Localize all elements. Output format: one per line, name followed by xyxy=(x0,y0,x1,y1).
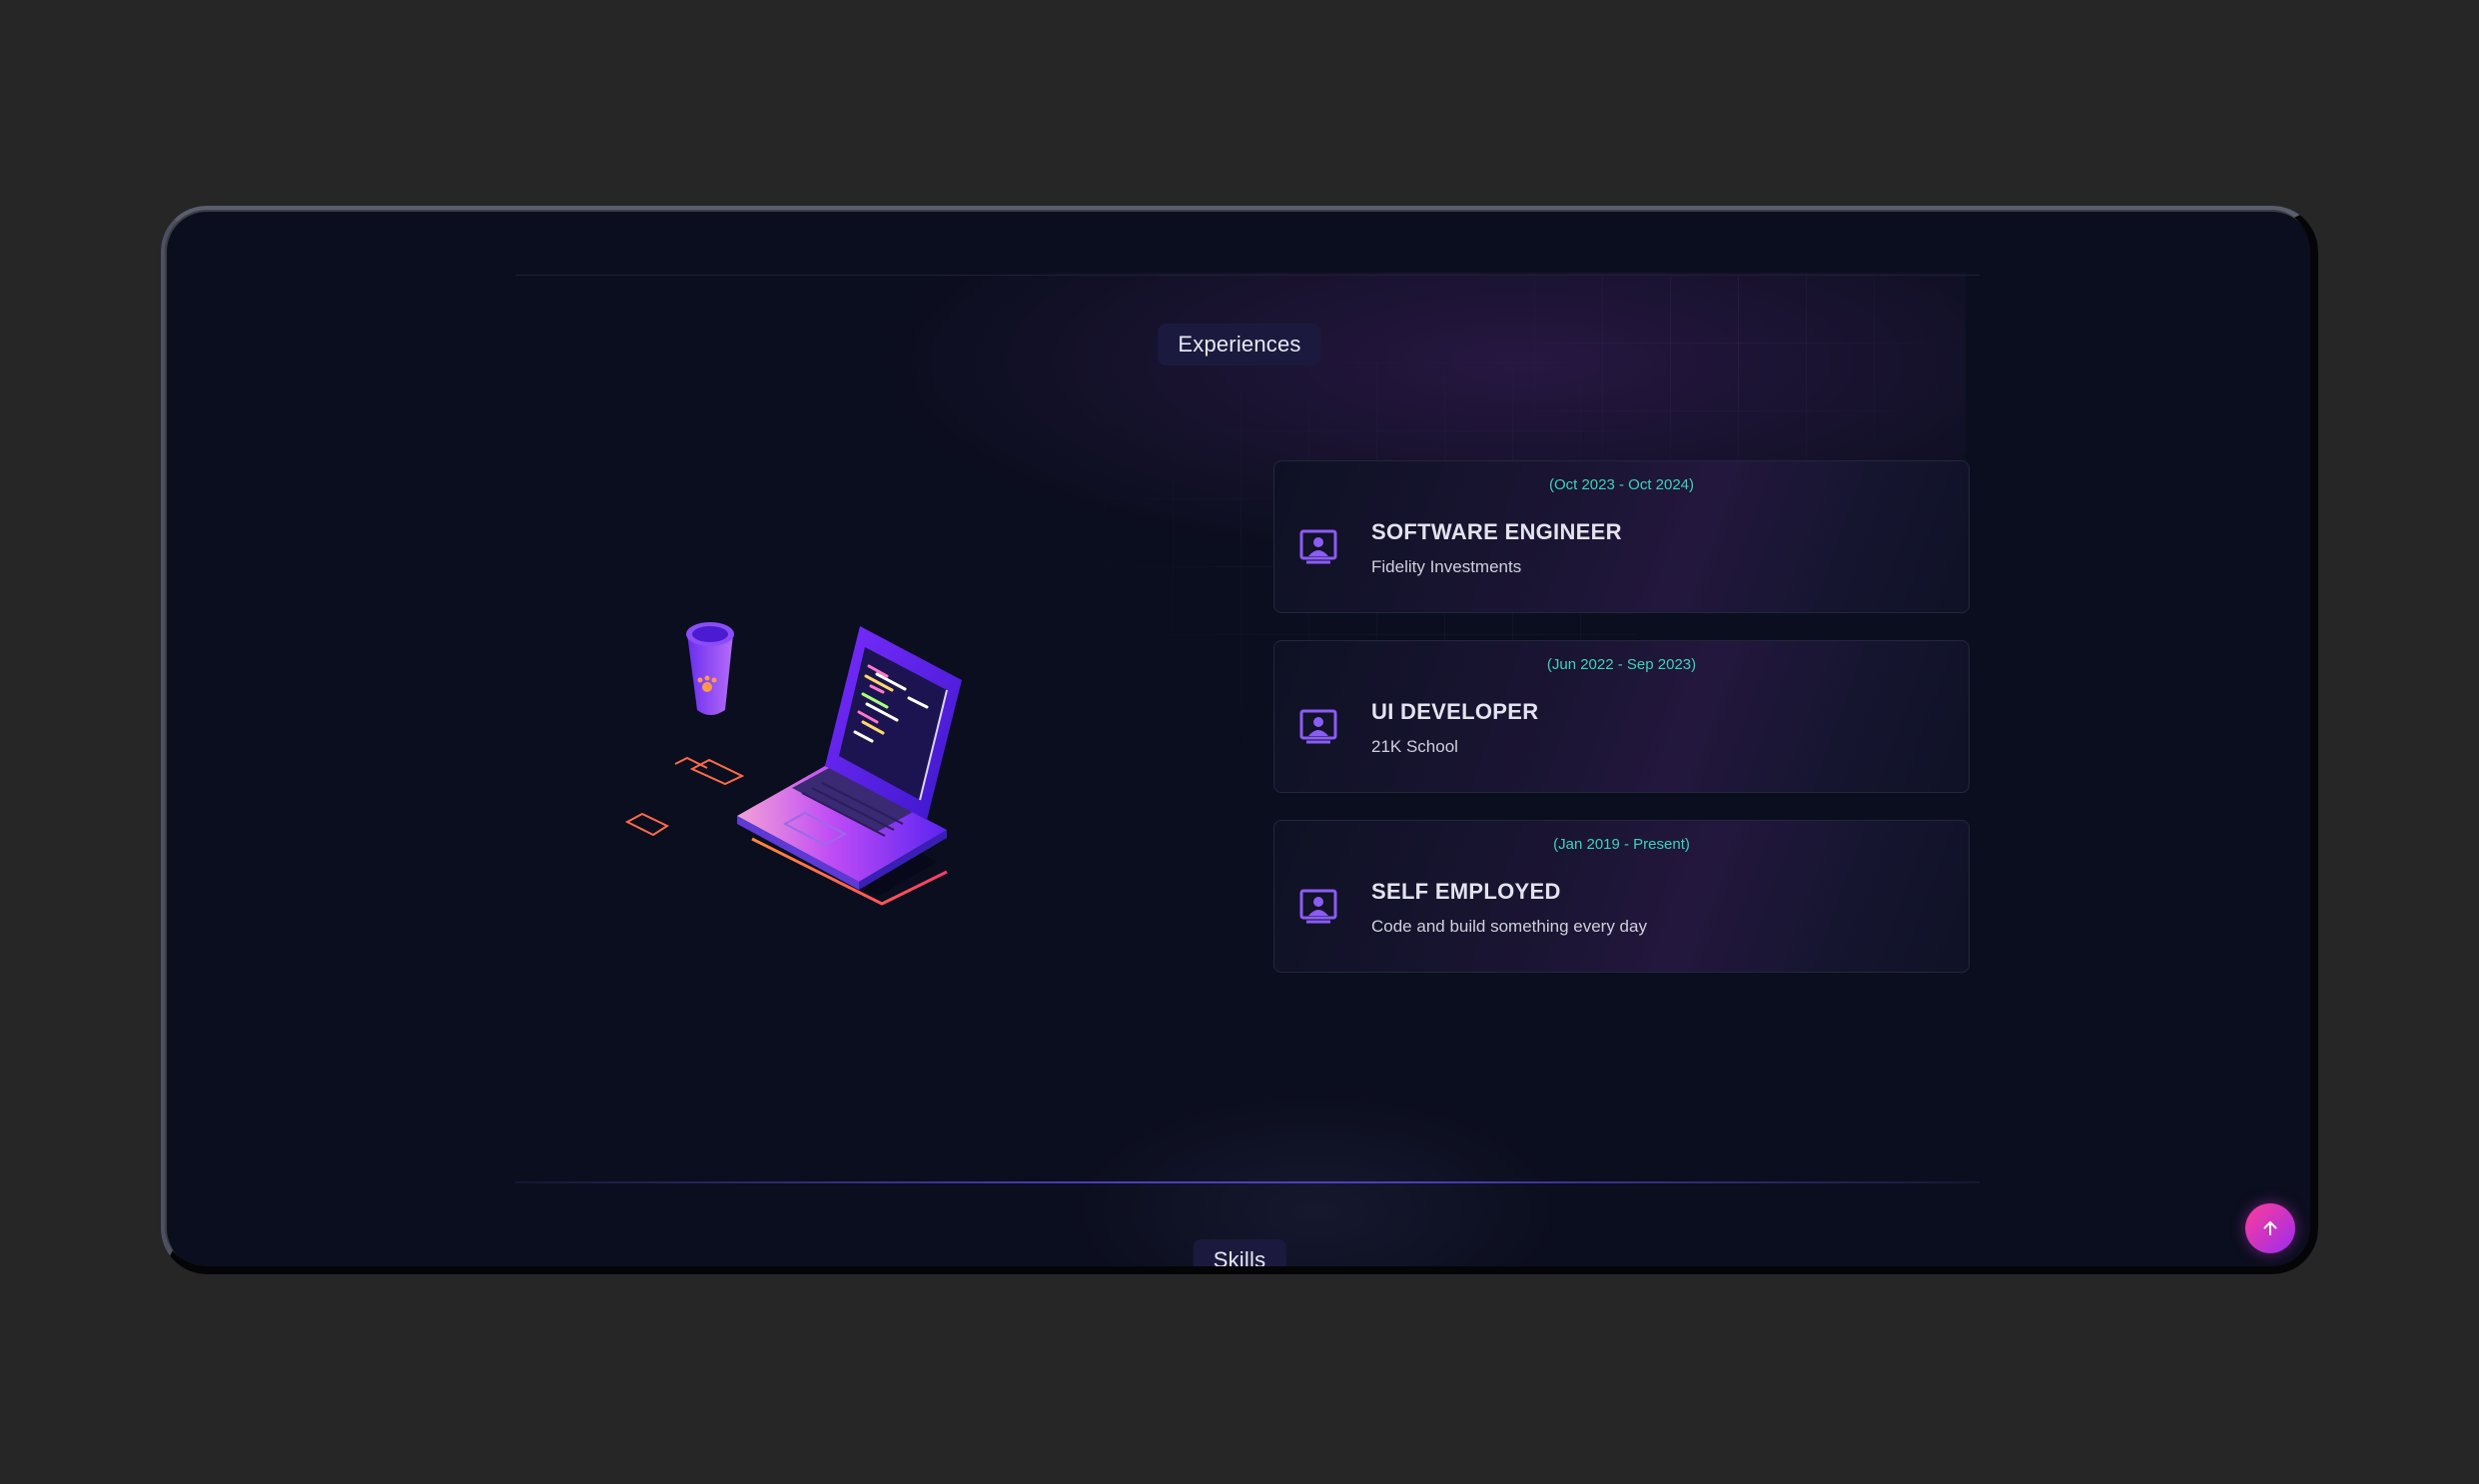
experience-company: 21K School xyxy=(1371,737,1458,756)
experience-company: Code and build something every day xyxy=(1371,917,1647,936)
arrow-up-icon xyxy=(2263,1221,2277,1235)
experience-date: (Oct 2023 - Oct 2024) xyxy=(1548,476,1695,493)
experience-company: Fidelity Investments xyxy=(1371,557,1522,576)
user-badge-icon xyxy=(1299,889,1337,924)
experience-date: (Jan 2019 - Present) xyxy=(1553,836,1690,853)
screen: Experiences (Oct 2023 - Oct 2024) SOFTWA… xyxy=(168,213,2311,1267)
experience-card: (Jun 2022 - Sep 2023) UI DEVELOPER 21K S… xyxy=(1273,640,1970,793)
experience-date: (Jun 2022 - Sep 2023) xyxy=(1546,656,1697,673)
section-title-skills: Skills xyxy=(1193,1239,1286,1267)
background-glow xyxy=(1067,1092,1566,1267)
section-divider xyxy=(515,1181,1980,1183)
user-badge-icon xyxy=(1299,709,1337,744)
section-title-experiences: Experiences xyxy=(1158,324,1321,366)
experience-card: (Jan 2019 - Present) SELF EMPLOYED Code … xyxy=(1273,820,1970,973)
experience-title: SOFTWARE ENGINEER xyxy=(1371,519,1622,544)
user-badge-icon xyxy=(1299,529,1337,564)
experience-title: SELF EMPLOYED xyxy=(1371,879,1561,904)
scroll-to-top-button[interactable] xyxy=(2245,1203,2295,1253)
laptop-and-cup-illustration xyxy=(624,622,962,906)
experience-card: (Oct 2023 - Oct 2024) SOFTWARE ENGINEER … xyxy=(1273,460,1970,613)
experience-list: (Oct 2023 - Oct 2024) SOFTWARE ENGINEER … xyxy=(1273,460,1970,1000)
section-divider xyxy=(515,275,1980,276)
experience-title: UI DEVELOPER xyxy=(1371,699,1539,724)
device-frame: Experiences (Oct 2023 - Oct 2024) SOFTWA… xyxy=(161,206,2318,1274)
